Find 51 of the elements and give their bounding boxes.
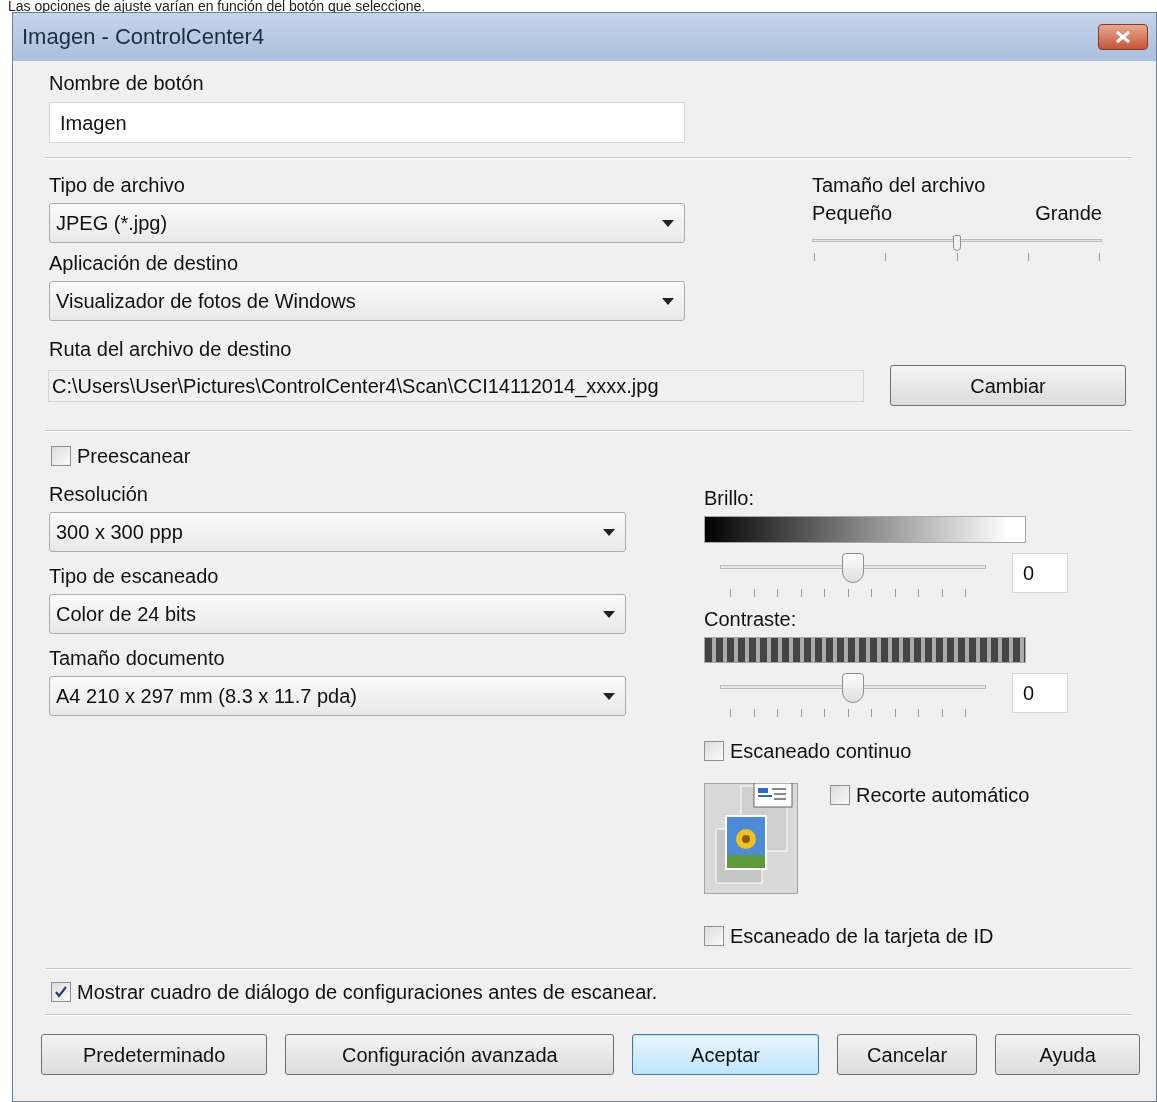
field-label: Nombre de botón	[49, 71, 205, 95]
brightness-slider[interactable]	[720, 551, 986, 583]
checkbox[interactable]	[704, 741, 724, 761]
change-button[interactable]: Cambiar	[890, 365, 1126, 406]
checkbox[interactable]	[830, 785, 850, 805]
caret-icon	[603, 692, 615, 700]
slider-thumb[interactable]	[953, 234, 961, 251]
slider-title: Tamaño del archivo	[812, 173, 987, 197]
checkbox[interactable]	[704, 926, 724, 946]
checkbox[interactable]	[51, 982, 71, 1002]
field-label: Tamaño documento	[49, 646, 226, 670]
dialog-button[interactable]: Aceptar	[632, 1034, 819, 1075]
dialog-button[interactable]: Predeterminado	[41, 1034, 268, 1075]
value-field[interactable]: 0	[1012, 673, 1068, 713]
dialog-button[interactable]: Cancelar	[836, 1034, 978, 1075]
text-field[interactable]: Imagen	[49, 102, 685, 143]
caret-icon	[662, 297, 674, 305]
window-title: Imagen - ControlCenter4	[22, 23, 265, 51]
path-field[interactable]: C:\Users\User\Pictures\ControlCenter4\Scan\CCI14112014_xxxx.jpg	[48, 369, 864, 402]
caret-icon	[603, 528, 615, 536]
dropdown[interactable]: JPEG (*.jpg)	[49, 203, 685, 243]
caret-icon	[662, 219, 674, 227]
dropdown[interactable]: Visualizador de fotos de Windows	[49, 281, 685, 321]
slider-thumb[interactable]	[842, 673, 864, 703]
caret-icon	[603, 610, 615, 618]
slider-label: Brillo:	[704, 486, 755, 510]
field-label: Ruta del archivo de destino	[49, 337, 293, 361]
dropdown[interactable]: 300 x 300 ppp	[49, 512, 626, 552]
value-field[interactable]: 0	[1012, 553, 1068, 593]
close-button[interactable]	[1098, 24, 1148, 50]
field-label: Tipo de escaneado	[49, 564, 220, 588]
checkbox-label: Mostrar cuadro de diálogo de configuraciones antes de escanear.	[77, 980, 658, 1004]
slider-max-label: Grande	[1035, 201, 1102, 225]
field-label: Aplicación de destino	[49, 251, 239, 275]
dropdown[interactable]: Color de 24 bits	[49, 594, 626, 634]
field-label: Tipo de archivo	[49, 173, 186, 197]
checkbox-label: Escaneado de la tarjeta de ID	[730, 924, 994, 948]
field-label: Resolución	[49, 482, 149, 506]
checkbox-label: Escaneado continuo	[730, 739, 912, 763]
dialog-button[interactable]: Ayuda	[995, 1034, 1140, 1075]
close-icon	[1114, 30, 1132, 44]
slider-label: Contraste:	[704, 607, 798, 631]
dropdown[interactable]: A4 210 x 297 mm (8.3 x 11.7 pda)	[49, 676, 626, 716]
slider-min-label: Pequeño	[812, 201, 893, 225]
slider-thumb[interactable]	[842, 553, 864, 583]
contrast-slider[interactable]	[720, 671, 986, 703]
checkbox-label: Recorte automático	[856, 783, 1030, 807]
caption-text: Las opciones de ajuste varían en función del botón que seleccione.	[7, 0, 427, 12]
checkbox[interactable]	[51, 446, 71, 466]
dialog-button[interactable]: Configuración avanzada	[285, 1034, 615, 1075]
checkbox-label: Preescanear	[77, 444, 191, 468]
